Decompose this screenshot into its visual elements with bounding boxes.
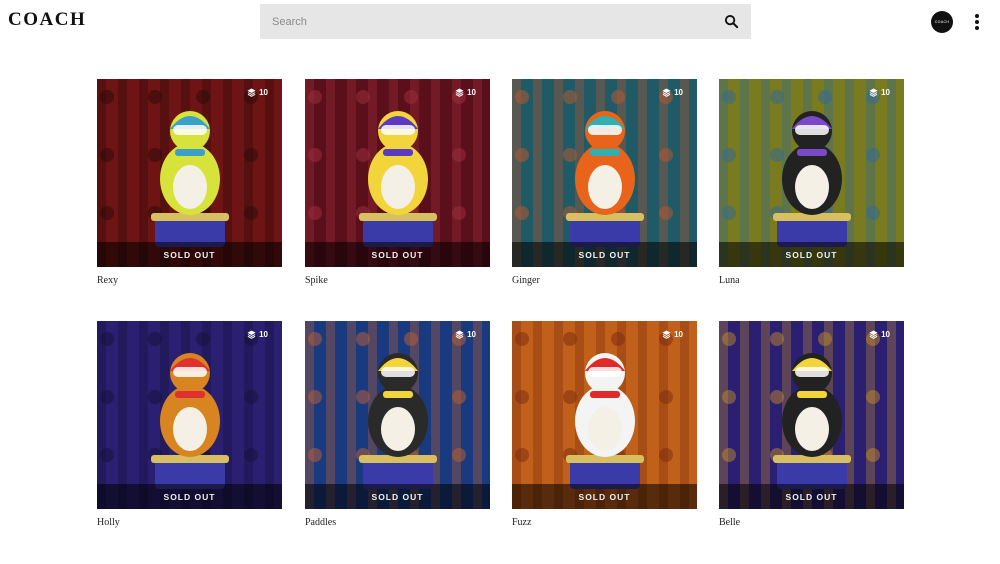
edition-count: 10 [455,330,476,339]
stack-layers-icon [662,88,671,97]
product-card[interactable]: 10 SOLD OUT Paddles [305,321,490,530]
edition-count: 10 [455,88,476,97]
product-card[interactable]: 10 SOLD OUT Fuzz [512,321,697,530]
edition-count: 10 [247,330,268,339]
product-name[interactable]: Belle [719,516,904,530]
sold-out-badge: SOLD OUT [719,242,904,267]
stack-layers-icon [455,88,464,97]
search-icon[interactable] [724,14,739,29]
edition-number: 10 [881,88,890,97]
sold-out-badge: SOLD OUT [97,484,282,509]
search-bar[interactable] [260,4,751,39]
edition-number: 10 [467,330,476,339]
product-card[interactable]: 10 SOLD OUT Rexy [97,79,282,288]
character-artwork [512,321,697,509]
character-artwork [719,321,904,509]
character-artwork [512,79,697,267]
edition-number: 10 [259,88,268,97]
product-image[interactable]: 10 SOLD OUT [512,321,697,509]
stack-layers-icon [869,88,878,97]
product-card[interactable]: 10 SOLD OUT Ginger [512,79,697,288]
edition-number: 10 [674,88,683,97]
edition-number: 10 [259,330,268,339]
product-image[interactable]: 10 SOLD OUT [97,79,282,267]
sold-out-badge: SOLD OUT [719,484,904,509]
top-bar: COACH COACH [0,0,1000,44]
edition-number: 10 [881,330,890,339]
edition-count: 10 [869,330,890,339]
stack-layers-icon [869,330,878,339]
product-name[interactable]: Luna [719,274,904,288]
edition-count: 10 [869,88,890,97]
product-image[interactable]: 10 SOLD OUT [512,79,697,267]
character-artwork [305,79,490,267]
character-artwork [719,79,904,267]
character-artwork [97,79,282,267]
product-name[interactable]: Paddles [305,516,490,530]
more-options-icon[interactable] [971,12,983,32]
sold-out-badge: SOLD OUT [305,484,490,509]
product-image[interactable]: 10 SOLD OUT [305,321,490,509]
sold-out-badge: SOLD OUT [305,242,490,267]
product-name[interactable]: Holly [97,516,282,530]
product-image[interactable]: 10 SOLD OUT [719,79,904,267]
product-image[interactable]: 10 SOLD OUT [719,321,904,509]
product-name[interactable]: Spike [305,274,490,288]
stack-layers-icon [662,330,671,339]
search-input[interactable] [272,4,712,39]
sold-out-badge: SOLD OUT [97,242,282,267]
product-image[interactable]: 10 SOLD OUT [305,79,490,267]
account-avatar[interactable]: COACH [931,11,953,33]
product-name[interactable]: Ginger [512,274,697,288]
sold-out-badge: SOLD OUT [512,484,697,509]
edition-count: 10 [662,88,683,97]
product-card[interactable]: 10 SOLD OUT Belle [719,321,904,530]
character-artwork [97,321,282,509]
edition-number: 10 [467,88,476,97]
edition-count: 10 [662,330,683,339]
product-card[interactable]: 10 SOLD OUT Luna [719,79,904,288]
product-name[interactable]: Rexy [97,274,282,288]
stack-layers-icon [247,88,256,97]
coach-logo[interactable]: COACH [8,9,86,31]
product-image[interactable]: 10 SOLD OUT [97,321,282,509]
product-card[interactable]: 10 SOLD OUT Holly [97,321,282,530]
stack-layers-icon [455,330,464,339]
edition-number: 10 [674,330,683,339]
character-artwork [305,321,490,509]
product-card[interactable]: 10 SOLD OUT Spike [305,79,490,288]
product-name[interactable]: Fuzz [512,516,697,530]
sold-out-badge: SOLD OUT [512,242,697,267]
edition-count: 10 [247,88,268,97]
stack-layers-icon [247,330,256,339]
